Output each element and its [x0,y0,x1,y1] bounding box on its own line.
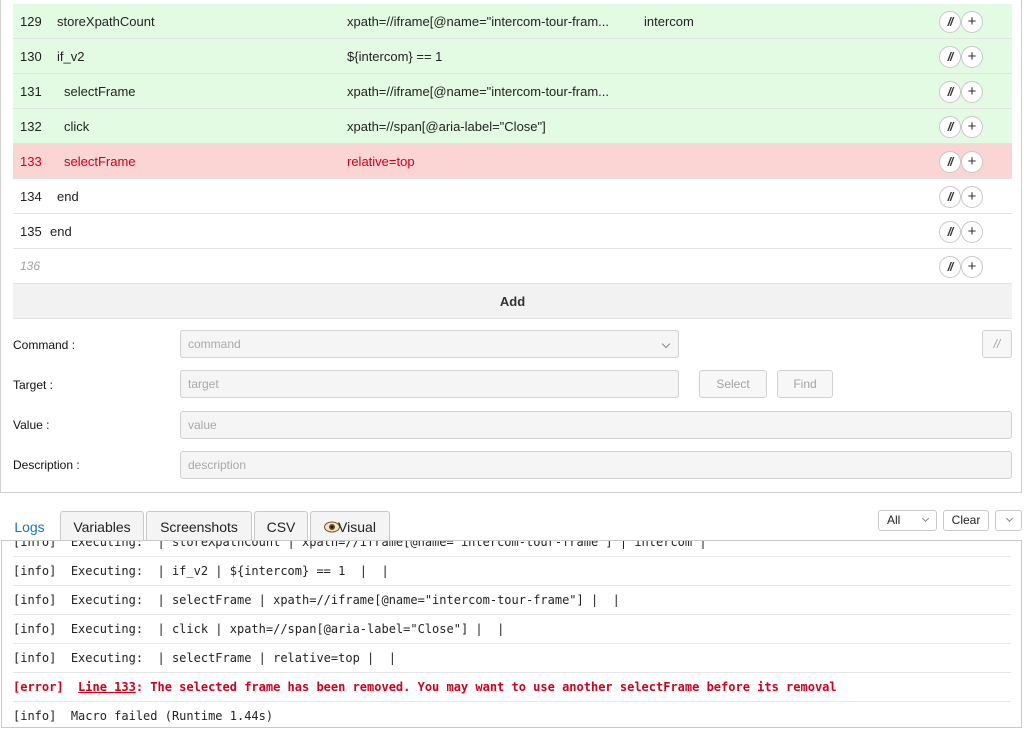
value-input[interactable]: value [180,411,1012,439]
row-target: xpath=//iframe[@name="intercom-tour-fram… [347,84,610,99]
insert-row-button[interactable]: + [961,256,983,278]
comment-toggle-button[interactable]: // [982,330,1012,358]
comment-row-button[interactable]: // [939,186,961,208]
log-level: [info] [13,709,57,723]
row-command: selectFrame [64,154,136,169]
tab-visual-label: Visual [338,519,376,535]
log-level: [info] [13,564,57,578]
tab-csv[interactable]: CSV [254,511,308,542]
clear-logs-button[interactable]: Clear [943,510,989,531]
table-row[interactable]: 133 selectFrame relative=top //+ [13,144,1012,179]
row-number: 133 [20,154,42,169]
log-text: Executing: | storeXpathCount | xpath=//i… [70,541,707,549]
row-number: 130 [20,49,42,64]
insert-row-button[interactable]: + [961,116,983,138]
command-label: Command : [13,338,76,352]
log-line: [info] Executing: | if_v2 | ${intercom} … [13,557,1011,586]
tab-logs[interactable]: Logs [1,511,58,542]
log-line: [info] Executing: | click | xpath=//span… [13,615,1011,644]
tab-visual[interactable]: Visual [310,511,390,542]
row-number: 131 [20,84,42,99]
log-line: [info] Executing: | selectFrame | xpath=… [13,586,1011,615]
log-line: [info] Macro failed (Runtime 1.44s) [13,702,1011,727]
add-command-button[interactable]: Add [13,284,1012,319]
table-row[interactable]: 129 storeXpathCount xpath=//iframe[@name="… [13,4,1012,39]
table-row[interactable]: 136 //+ [13,249,1012,284]
log-line-error: [error] Line 133: The selected frame has… [13,673,1011,702]
row-value: intercom [644,14,694,29]
log-text: Executing: | if_v2 | ${intercom} == 1 | … [70,564,389,578]
log-text: Executing: | selectFrame | xpath=//ifram… [70,593,620,607]
log-level: [info] [13,593,57,607]
log-filter-select[interactable]: All [878,510,937,531]
log-level: [info] [13,651,57,665]
log-text: : The selected frame has been removed. Y… [135,680,837,694]
comment-row-button[interactable]: // [939,46,961,68]
row-command: end [57,189,79,204]
row-number: 134 [20,189,42,204]
log-text: Macro failed (Runtime 1.44s) [70,709,274,723]
command-table: 129 storeXpathCount xpath=//iframe[@name="… [13,4,1012,284]
value-label: Value : [13,418,50,432]
row-command: storeXpathCount [57,14,155,29]
log-level: [info] [13,541,57,549]
target-input[interactable]: target [180,370,679,398]
error-line-link[interactable]: Line 133 [78,680,136,694]
macro-editor: 129 storeXpathCount xpath=//iframe[@name="… [0,0,1022,493]
target-label: Target : [13,378,54,392]
row-target: xpath=//span[@aria-label="Close"] [347,119,546,134]
row-target: xpath=//iframe[@name="intercom-tour-fram… [347,14,610,29]
log-panel[interactable]: [info] Executing: | storeXpathCount | xp… [1,541,1022,728]
insert-row-button[interactable]: + [961,81,983,103]
comment-row-button[interactable]: // [939,256,961,278]
log-line: [info] Executing: | storeXpathCount | xp… [13,541,1011,557]
row-target: relative=top [347,154,415,169]
comment-row-button[interactable]: // [939,116,961,138]
row-command: if_v2 [57,49,85,64]
log-text: Executing: | selectFrame | relative=top … [70,651,396,665]
table-row[interactable]: 132 click xpath=//span[@aria-label="Close"… [13,109,1012,144]
comment-row-button[interactable]: // [939,151,961,173]
table-row[interactable]: 134 end //+ [13,179,1012,214]
description-label: Description : [13,458,80,472]
chevron-down-icon [661,339,671,349]
table-row[interactable]: 131 selectFrame xpath=//iframe[@name="inte… [13,74,1012,109]
row-number: 136 [20,259,41,273]
insert-row-button[interactable]: + [961,11,983,33]
table-row[interactable]: 135 end //+ [13,214,1012,249]
insert-row-button[interactable]: + [961,151,983,173]
collapse-panel-button[interactable] [995,510,1022,531]
chevron-down-icon [1005,514,1014,523]
select-button[interactable]: Select [699,370,767,398]
log-level: [error] [13,680,64,694]
command-placeholder: command [188,337,241,351]
comment-row-button[interactable]: // [939,81,961,103]
comment-row-button[interactable]: // [939,221,961,243]
row-command: click [64,119,90,134]
tab-screenshots[interactable]: Screenshots [146,511,252,542]
row-number: 135 [20,224,42,239]
chevron-down-icon [921,514,930,523]
find-button[interactable]: Find [777,370,833,398]
tab-variables[interactable]: Variables [60,511,144,542]
log-line: [info] Executing: | selectFrame | relati… [13,644,1011,673]
bottom-tabs: Logs Variables Screenshots CSV Visual [0,509,1024,542]
insert-row-button[interactable]: + [961,46,983,68]
row-number: 132 [20,119,42,134]
command-select[interactable]: command [180,330,679,358]
log-filter-value: All [887,513,901,527]
insert-row-button[interactable]: + [961,221,983,243]
row-number: 129 [20,14,42,29]
insert-row-button[interactable]: + [961,186,983,208]
description-input[interactable]: description [180,451,1012,479]
table-row[interactable]: 130 if_v2 ${intercom} == 1 //+ [13,39,1012,74]
row-command: selectFrame [64,84,136,99]
log-text: Executing: | click | xpath=//span[@aria-… [70,622,505,636]
log-level: [info] [13,622,57,636]
comment-row-button[interactable]: // [939,11,961,33]
row-command: end [50,224,72,239]
row-target: ${intercom} == 1 [347,49,443,64]
